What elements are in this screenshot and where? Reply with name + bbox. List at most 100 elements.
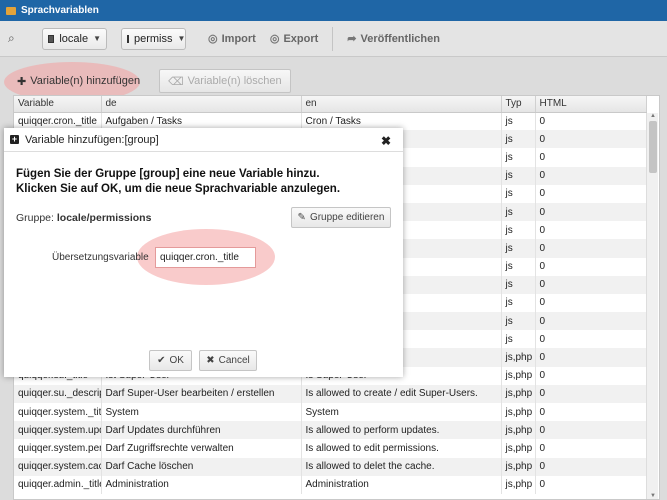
table-cell: 0 <box>535 293 647 313</box>
app-icon <box>6 6 16 15</box>
table-cell: 0 <box>535 130 647 149</box>
share-icon: ➦ <box>347 33 357 45</box>
pencil-icon: ✎ <box>297 212 306 223</box>
table-cell: quiqqer.system._title <box>14 403 102 422</box>
table-row[interactable]: quiqqer.su._descriptionDarf Super-User b… <box>14 384 647 403</box>
chevron-down-icon: ▼ <box>93 34 101 43</box>
table-cell: Is allowed to edit permissions. <box>301 439 502 458</box>
dialog-title: Variable hinzufügen:[group] <box>25 133 159 146</box>
table-row[interactable]: quiqqer.system.cache._tiDarf Cache lösch… <box>14 457 647 476</box>
table-cell: 0 <box>535 475 647 494</box>
table-cell: quiqqer.system.permissio <box>14 439 102 458</box>
table-cell: 0 <box>535 312 647 331</box>
table-cell: 0 <box>535 257 647 276</box>
edit-group-button[interactable]: ✎ Gruppe editieren <box>291 207 391 228</box>
scroll-down-icon[interactable]: ▼ <box>647 493 659 499</box>
trash-icon: ⌫ <box>168 75 184 88</box>
table-cell: 0 <box>535 348 647 367</box>
table-cell: js <box>501 166 536 185</box>
locale-select[interactable]: locale ▼ <box>42 27 107 50</box>
dialog-group-info: Gruppe: locale/permissions <box>16 212 151 224</box>
publish-label: Veröffentlichen <box>360 32 440 45</box>
main-toolbar: ⌕ locale ▼ permiss ▼ ◎ Import ◎ Export ➦… <box>0 21 667 57</box>
column-header-type[interactable]: Typ <box>501 96 536 113</box>
table-cell: System <box>301 403 502 422</box>
table-cell: js <box>501 112 536 131</box>
export-button[interactable]: ◎ Export <box>270 32 319 46</box>
dialog-message: Fügen Sie der Gruppe [group] eine neue V… <box>16 167 396 197</box>
scroll-up-icon[interactable]: ▲ <box>647 113 659 119</box>
table-cell: 0 <box>535 221 647 240</box>
table-cell: 0 <box>535 112 647 131</box>
column-header-variable[interactable]: Variable <box>14 96 102 113</box>
group-label: Gruppe: <box>16 212 54 224</box>
check-icon: ✔ <box>157 355 166 366</box>
add-icon: + <box>10 134 19 144</box>
table-cell: Darf Super-User bearbeiten / erstellen <box>101 384 302 403</box>
table-cell: js <box>501 293 536 313</box>
table-cell: Is allowed to perform updates. <box>301 421 502 440</box>
table-cell: 0 <box>535 148 647 167</box>
table-cell: js,php <box>501 457 536 476</box>
table-cell: js,php <box>501 348 536 367</box>
table-cell: quiqqer.admin._title <box>14 475 102 494</box>
column-header-en[interactable]: en <box>301 96 502 113</box>
ok-button[interactable]: ✔ OK <box>149 350 192 371</box>
variable-label: Übersetzungsvariable <box>52 252 149 263</box>
export-label: Export <box>283 32 319 45</box>
table-cell: Is allowed to delet the cache. <box>301 457 502 476</box>
table-cell: quiqqer.su._description <box>14 384 102 403</box>
dialog-header: + Variable hinzufügen:[group] ✖ <box>4 128 403 152</box>
table-cell: js,php <box>501 384 536 403</box>
table-row[interactable]: quiqqer.system.update._tDarf Updates dur… <box>14 421 647 440</box>
table-cell: js <box>501 184 536 203</box>
table-cell: Darf Cache löschen <box>101 457 302 476</box>
delete-variable-button[interactable]: ⌫ Variable(n) löschen <box>159 69 291 93</box>
table-cell: js <box>501 148 536 167</box>
add-variable-label: Variable(n) hinzufügen <box>30 75 141 87</box>
cancel-label: Cancel <box>218 355 250 366</box>
table-cell: 0 <box>535 366 647 385</box>
table-cell: Administration <box>101 475 302 494</box>
search-icon[interactable]: ⌕ <box>8 31 30 46</box>
chevron-down-icon: ▼ <box>177 34 186 43</box>
table-cell: js,php <box>501 421 536 440</box>
variable-input[interactable] <box>155 247 256 268</box>
import-label: Import <box>221 32 256 45</box>
delete-variable-label: Variable(n) löschen <box>187 75 282 87</box>
column-header-de[interactable]: de <box>101 96 302 113</box>
window-titlebar: Sprachvariablen <box>0 0 667 21</box>
table-cell: 0 <box>535 384 647 403</box>
table-cell: js <box>501 257 536 276</box>
grid-scrollbar[interactable]: ▲ ▼ <box>646 113 658 499</box>
add-variable-button[interactable]: ✚ Variable(n) hinzufügen <box>8 69 149 93</box>
publish-button[interactable]: ➦ Veröffentlichen <box>347 32 440 46</box>
table-cell: js <box>501 221 536 240</box>
group-select[interactable]: permiss ▼ <box>121 27 186 50</box>
add-variable-dialog: + Variable hinzufügen:[group] ✖ Fügen Si… <box>4 128 403 377</box>
scroll-thumb[interactable] <box>649 121 657 173</box>
close-icon[interactable]: ✖ <box>381 134 391 148</box>
table-cell: 0 <box>535 202 647 222</box>
ok-label: OK <box>169 355 184 366</box>
window-title: Sprachvariablen <box>21 5 99 16</box>
flag-icon <box>48 34 55 43</box>
table-cell: quiqqer.system.update._t <box>14 421 102 440</box>
table-row[interactable]: quiqqer.system._title System System js,php 0 <box>14 403 647 422</box>
table-row[interactable]: quiqqer.admin._title Administration Admini… <box>14 475 647 494</box>
table-cell: 0 <box>535 275 647 294</box>
column-header-html[interactable]: HTML <box>535 96 647 113</box>
table-cell: 0 <box>535 166 647 185</box>
table-cell: js,php <box>501 366 536 385</box>
cancel-button[interactable]: ✖ Cancel <box>199 350 257 371</box>
table-cell: 0 <box>535 239 647 258</box>
table-row[interactable]: quiqqer.system.permissioDarf Zugriffsrec… <box>14 439 647 458</box>
import-button[interactable]: ◎ Import <box>208 32 256 46</box>
cancel-icon: ✖ <box>206 355 215 366</box>
table-cell: js,php <box>501 439 536 458</box>
action-toolbar: ✚ Variable(n) hinzufügen ⌫ Variable(n) l… <box>8 68 658 94</box>
table-cell: Darf Updates durchführen <box>101 421 302 440</box>
flag-icon <box>127 34 129 43</box>
table-cell: 0 <box>535 439 647 458</box>
table-cell: js <box>501 330 536 349</box>
